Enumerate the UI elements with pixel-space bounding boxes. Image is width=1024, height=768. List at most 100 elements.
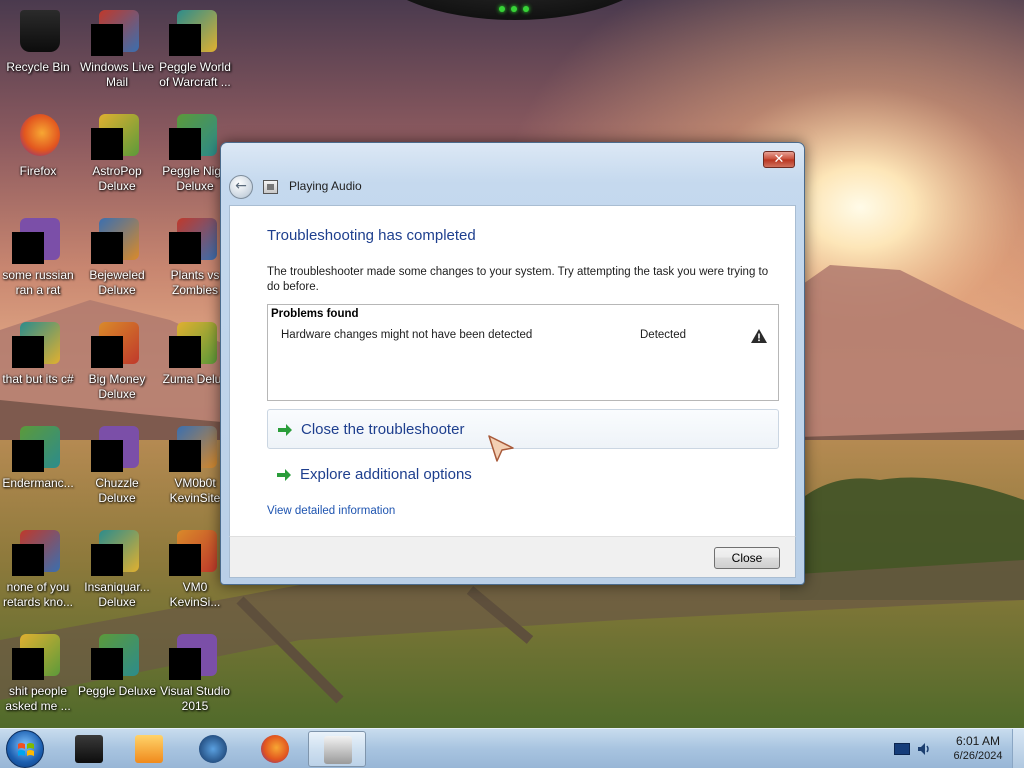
desktop-icon[interactable]: Recycle Bin — [0, 4, 78, 75]
desktop-icon-label: Chuzzle Deluxe — [95, 476, 139, 505]
recycle-bin-icon — [14, 8, 62, 56]
windows-logo-icon — [18, 743, 34, 756]
desktop-icon-label: Firefox — [19, 164, 57, 178]
start-button[interactable] — [6, 730, 44, 768]
taskbar-button[interactable] — [120, 731, 178, 767]
desktop-icon[interactable]: AstroPop Deluxe — [77, 108, 157, 194]
troubleshooter-window: ✕ ← Playing Audio Troubleshooting has co… — [220, 142, 805, 585]
terminal-icon — [12, 424, 62, 472]
taskbar-button[interactable] — [60, 731, 118, 767]
desktop-icon-label: shit people asked me ... — [5, 684, 71, 713]
desktop-icon-label: Peggle World of Warcraft ... — [159, 60, 231, 89]
problem-status: Detected — [640, 329, 687, 341]
problems-found-title: Problems found — [271, 308, 359, 320]
peggle-icon — [91, 632, 141, 680]
desktop-icon-label: Big Money Deluxe — [88, 372, 146, 401]
explore-options-link[interactable]: Explore additional options — [267, 455, 779, 495]
astropop-icon — [91, 112, 141, 160]
page-description: The troubleshooter made some changes to … — [267, 266, 769, 293]
vm-icon — [169, 528, 219, 576]
firefox-icon — [261, 735, 289, 763]
bejeweled-icon — [91, 216, 141, 264]
desktop-icon[interactable]: Insaniquar... Deluxe — [77, 524, 157, 610]
folder-icon — [12, 632, 62, 680]
peggle-icon — [169, 8, 219, 56]
desktop-icon[interactable]: Peggle World of Warcraft ... — [155, 4, 235, 90]
desktop-icon[interactable]: shit people asked me ... — [0, 628, 78, 714]
troubleshooter-icon — [263, 180, 278, 194]
speaker-icon[interactable] — [916, 741, 932, 757]
desktop-icon[interactable]: Visual Studio 2015 — [155, 628, 235, 714]
show-desktop-button[interactable] — [1012, 729, 1024, 768]
big-money-icon — [91, 320, 141, 368]
mail-icon — [91, 8, 141, 56]
desktop-icon-label: Peggle Deluxe — [77, 684, 157, 698]
window-title: Playing Audio — [289, 179, 362, 193]
peggle-nights-icon — [169, 112, 219, 160]
window-content: Troubleshooting has completed The troubl… — [229, 205, 796, 536]
problem-description: Hardware changes might not have been det… — [281, 329, 533, 341]
problems-found-box: Problems found Hardware changes might no… — [267, 304, 779, 401]
gadget-light-icon — [523, 6, 529, 12]
desktop-icon[interactable]: Big Money Deluxe — [77, 316, 157, 402]
desktop-icon[interactable]: Windows Live Mail — [77, 4, 157, 90]
network-icon[interactable] — [894, 743, 910, 755]
view-detailed-information-link[interactable]: View detailed information — [267, 505, 395, 517]
media-player-icon — [135, 735, 163, 763]
desktop-icon-label: some russian ran a rat — [2, 268, 74, 297]
taskbar-button[interactable] — [184, 731, 242, 767]
troubleshooter-icon — [324, 736, 352, 764]
zuma-icon — [169, 320, 219, 368]
desktop-icon[interactable]: that but its c# — [0, 316, 78, 387]
taskbar-button[interactable] — [308, 731, 366, 767]
desktop-icon-label: that but its c# — [2, 372, 74, 386]
shortcut-icon — [12, 320, 62, 368]
desktop-icon[interactable]: some russian ran a rat — [0, 212, 78, 298]
desktop-icon-label: Endermanc... — [2, 476, 74, 490]
window-close-button[interactable]: ✕ — [763, 151, 795, 168]
mouse-cursor-icon — [488, 435, 514, 462]
recycle-bin-icon — [75, 735, 103, 763]
desktop-icon-label: none of you retards kno... — [2, 580, 74, 609]
desktop-icon-label: Bejeweled Deluxe — [89, 268, 145, 297]
desktop-icon-label: Windows Live Mail — [79, 60, 155, 89]
desktop-icon[interactable]: Bejeweled Deluxe — [77, 212, 157, 298]
plants-vs-zombies-icon — [169, 216, 219, 264]
back-button[interactable]: ← — [229, 175, 253, 199]
taskbar: 6:01 AM 6/26/2024 — [0, 728, 1024, 768]
arrow-right-icon — [277, 469, 291, 481]
globe-icon — [199, 735, 227, 763]
desktop-icon-label: Recycle Bin — [6, 60, 70, 74]
clock-date[interactable]: 6/26/2024 — [944, 750, 1012, 762]
command-label: Explore additional options — [300, 466, 472, 483]
vm-icon — [169, 424, 219, 472]
system-tray: 6:01 AM 6/26/2024 — [884, 729, 1024, 768]
desktop-icon-label: AstroPop Deluxe — [92, 164, 142, 193]
insaniquarium-icon — [91, 528, 141, 576]
taskbar-button[interactable] — [246, 731, 304, 767]
desktop-icon[interactable]: Firefox — [0, 108, 78, 179]
arrow-right-icon — [278, 424, 292, 436]
desktop-icon[interactable]: none of you retards kno... — [0, 524, 78, 610]
command-label: Close the troubleshooter — [301, 421, 465, 438]
desktop-icon[interactable]: Endermanc... — [0, 420, 78, 491]
window-titlebar: ← Playing Audio — [229, 175, 629, 199]
close-troubleshooter-link[interactable]: Close the troubleshooter — [267, 409, 779, 449]
problem-row: Hardware changes might not have been det… — [268, 329, 778, 347]
gadget-light-icon — [511, 6, 517, 12]
app-icon — [12, 528, 62, 576]
gadget-light-icon — [499, 6, 505, 12]
visual-studio-icon — [169, 632, 219, 680]
desktop-icon-label: Insaniquar... Deluxe — [84, 580, 150, 609]
warning-icon — [751, 329, 767, 343]
page-heading: Troubleshooting has completed — [267, 227, 476, 244]
desktop-icon-label: Visual Studio 2015 — [160, 684, 230, 713]
app-icon — [12, 216, 62, 264]
chuzzle-icon — [91, 424, 141, 472]
desktop-icon[interactable]: Peggle Deluxe — [77, 628, 157, 699]
clock-time[interactable]: 6:01 AM — [944, 734, 1012, 748]
window-footer: Close — [229, 536, 796, 578]
close-button[interactable]: Close — [714, 547, 780, 569]
firefox-icon — [14, 112, 62, 160]
desktop-icon[interactable]: Chuzzle Deluxe — [77, 420, 157, 506]
